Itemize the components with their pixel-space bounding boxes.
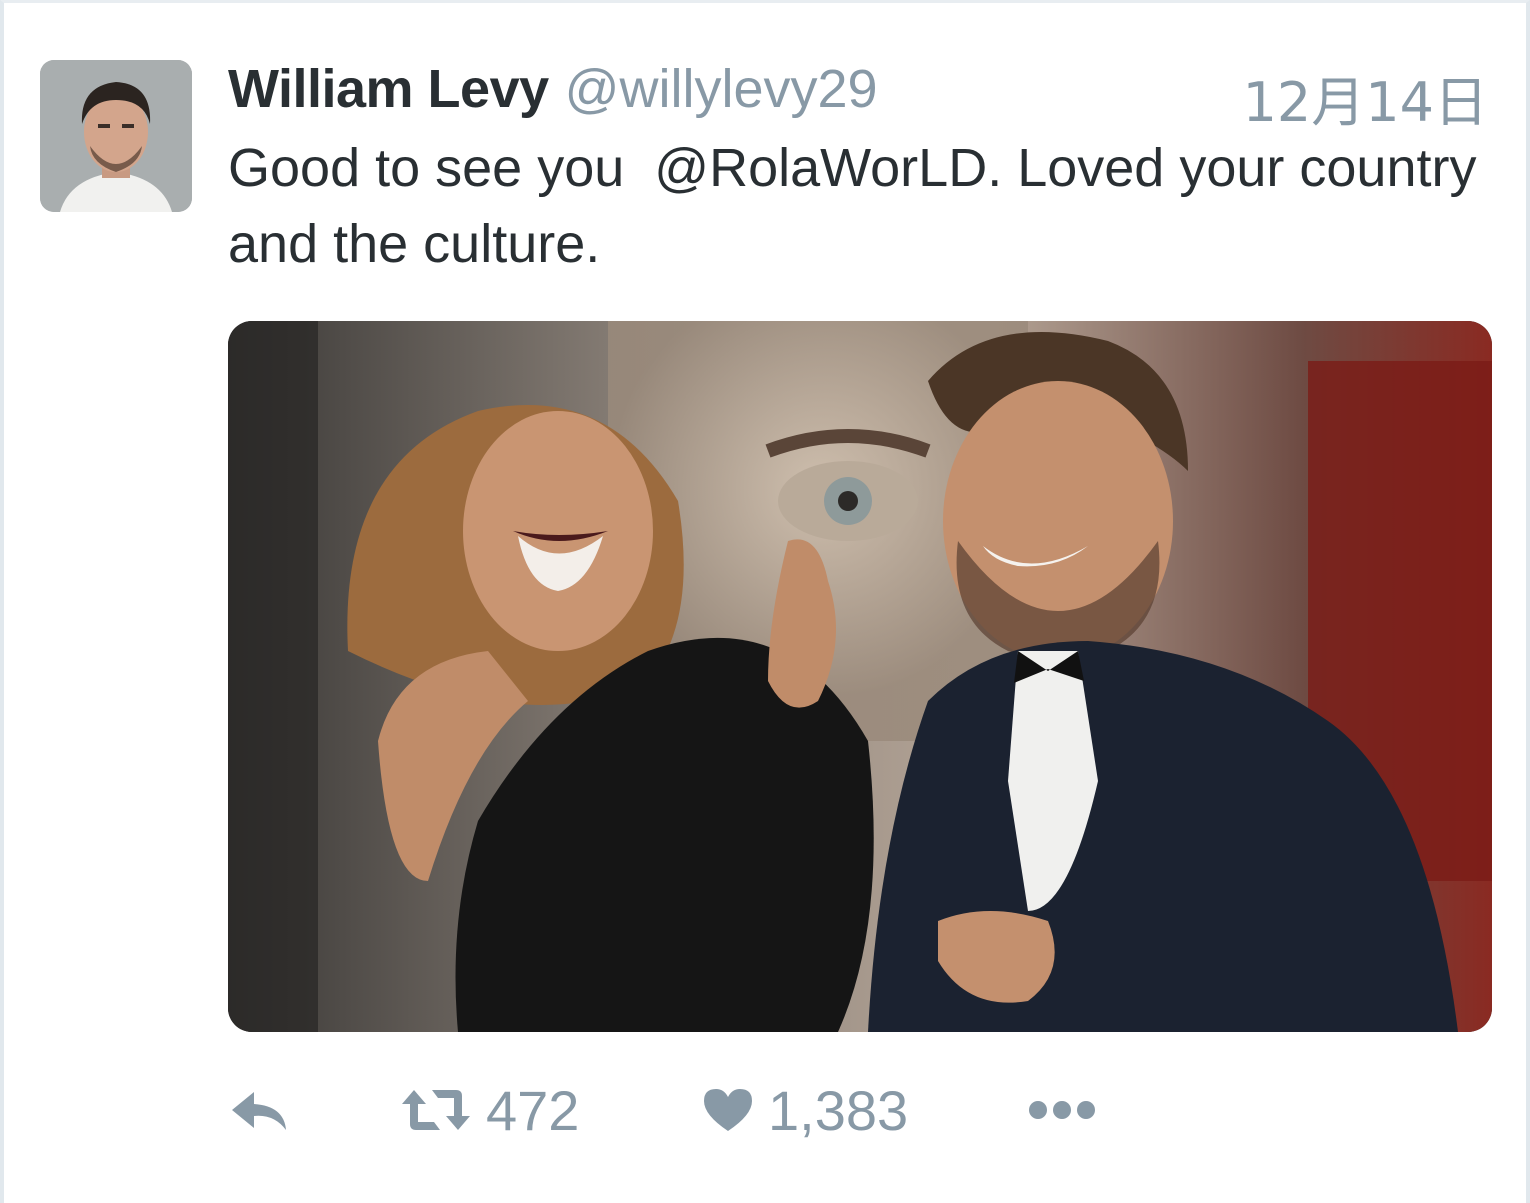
tweet-actions: 472 1,383 xyxy=(228,1070,1228,1150)
retweet-icon xyxy=(402,1090,470,1130)
author-handle[interactable]: @willylevy29 xyxy=(565,58,878,120)
heart-icon xyxy=(704,1089,752,1131)
photo-image xyxy=(228,321,1492,1032)
reply-button[interactable] xyxy=(228,1070,292,1150)
tweet-text: Good to see you @RolaWorLD. Loved your c… xyxy=(228,138,1492,274)
retweet-count: 472 xyxy=(486,1078,580,1142)
more-button[interactable] xyxy=(1026,1070,1098,1150)
tweet-timestamp[interactable]: 12月14日 xyxy=(1243,58,1488,137)
author-display-name[interactable]: William Levy xyxy=(228,58,549,120)
tweet-photo[interactable] xyxy=(228,321,1492,1032)
profile-photo-icon xyxy=(40,60,192,212)
avatar[interactable] xyxy=(40,60,192,212)
like-count: 1,383 xyxy=(768,1078,909,1142)
retweet-button[interactable]: 472 xyxy=(400,1070,579,1150)
reply-icon xyxy=(232,1092,286,1130)
more-icon xyxy=(1029,1101,1095,1119)
tweet-header: William Levy @willylevy29 xyxy=(228,58,878,122)
like-button[interactable]: 1,383 xyxy=(702,1070,908,1150)
